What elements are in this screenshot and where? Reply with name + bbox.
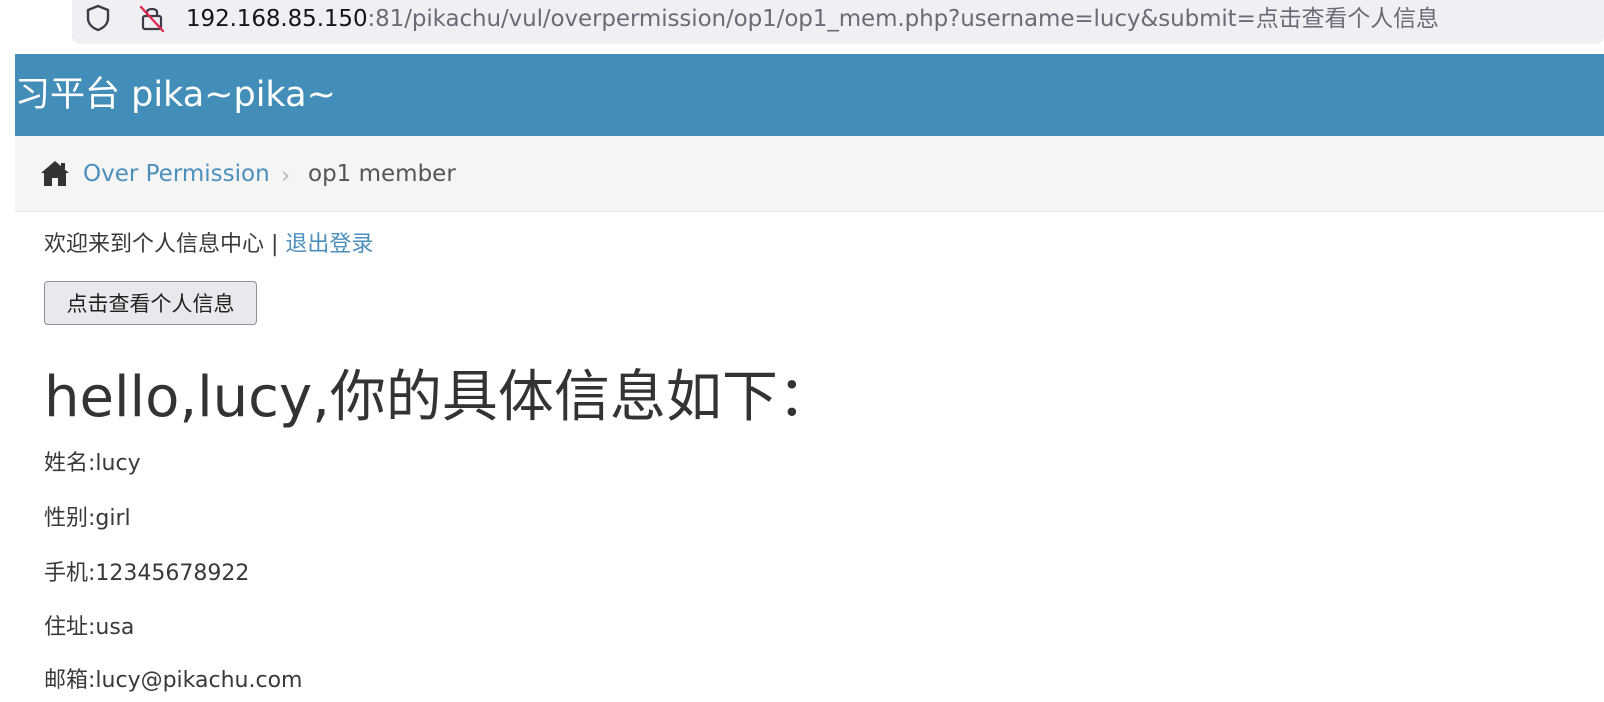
info-email: 邮箱:lucy@pikachu.com <box>44 668 303 693</box>
welcome-text: 欢迎来到个人信息中心 | <box>44 232 286 257</box>
info-name: 姓名:lucy <box>44 451 141 476</box>
brand-title[interactable]: 习平台 pika~pika~ <box>15 54 336 136</box>
url-text[interactable]: 192.168.85.150:81/pikachu/vul/overpermis… <box>186 2 1439 36</box>
url-path: :81/pikachu/vul/overpermission/op1/op1_m… <box>367 6 1440 32</box>
breadcrumb-active: op1 member <box>308 161 456 187</box>
page-heading: hello,lucy,你的具体信息如下： <box>44 365 834 430</box>
breadcrumb-separator: › <box>281 163 291 189</box>
breadcrumb-link-over-permission[interactable]: Over Permission <box>83 156 270 192</box>
view-info-button[interactable]: 点击查看个人信息 <box>44 281 257 325</box>
shield-icon[interactable] <box>82 2 114 34</box>
home-icon <box>41 161 69 186</box>
info-gender: 性别:girl <box>44 506 131 531</box>
insecure-lock-icon[interactable] <box>136 2 168 34</box>
logout-link[interactable]: 退出登录 <box>285 232 373 257</box>
breadcrumb: Over Permission › op1 member <box>15 136 1604 212</box>
info-phone: 手机:12345678922 <box>44 561 250 586</box>
top-navbar: 习平台 pika~pika~ <box>15 54 1604 136</box>
url-host: 192.168.85.150 <box>186 6 368 32</box>
welcome-line: 欢迎来到个人信息中心 | 退出登录 <box>44 228 373 262</box>
info-address: 住址:usa <box>44 615 135 640</box>
